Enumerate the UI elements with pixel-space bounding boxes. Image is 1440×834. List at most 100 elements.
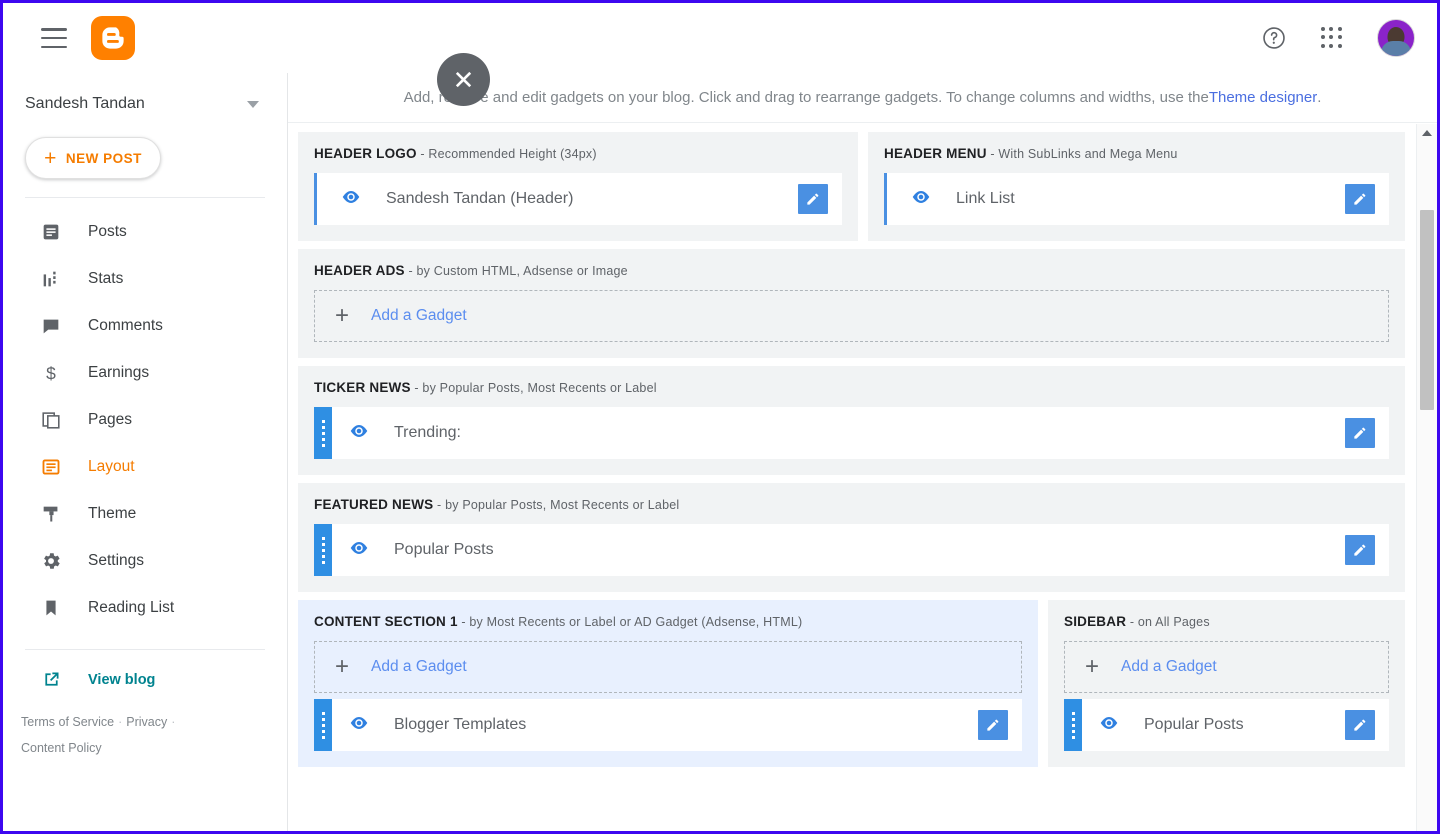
add-gadget-label: Add a Gadget (371, 307, 467, 324)
drag-handle-icon[interactable] (314, 407, 332, 459)
eye-visible-icon[interactable] (348, 537, 370, 564)
plus-icon: + (44, 146, 57, 170)
layout-row: CONTENT SECTION 1 - by Most Recents or L… (298, 600, 1405, 767)
layout-panel-featured-news: FEATURED NEWS - by Popular Posts, Most R… (298, 483, 1405, 592)
content-policy-link[interactable]: Content Policy (21, 741, 102, 755)
layout-panel-sidebar-section: SIDEBAR - on All Pages + Add a Gadget Popul… (1048, 600, 1405, 767)
drag-handle-icon[interactable] (314, 699, 332, 751)
eye-visible-icon[interactable] (348, 712, 370, 739)
panel-title: FEATURED NEWS - by Popular Posts, Most R… (314, 497, 1389, 512)
sidebar-item-layout[interactable]: Layout (3, 443, 287, 490)
close-banner-button[interactable]: ✕ (437, 53, 490, 106)
sidebar-nav-list: Posts Stats Comments $ Earnings Pages Layout Th… (3, 204, 287, 631)
gadget-row[interactable]: Sandesh Tandan (Header) (314, 173, 842, 225)
blog-selector[interactable]: Sandesh Tandan (3, 83, 287, 123)
panel-title-text: SIDEBAR (1064, 614, 1127, 629)
add-gadget-button[interactable]: + Add a Gadget (1064, 641, 1389, 693)
layout-row: TICKER NEWS - by Popular Posts, Most Rec… (298, 366, 1405, 475)
terms-of-service-link[interactable]: Terms of Service (21, 715, 114, 729)
hamburger-menu-icon[interactable] (41, 28, 67, 48)
panel-title: HEADER LOGO - Recommended Height (34px) (314, 146, 842, 161)
sidebar-item-label: Earnings (88, 363, 150, 381)
gadget-row[interactable]: Trending: (314, 407, 1389, 459)
eye-visible-icon[interactable] (340, 186, 362, 213)
sidebar-item-earnings[interactable]: $ Earnings (3, 349, 287, 396)
panel-subtitle: - on All Pages (1126, 615, 1210, 629)
scroll-up-arrow-icon[interactable] (1417, 124, 1437, 142)
panel-title-text: HEADER LOGO (314, 146, 417, 161)
theme-brush-icon (39, 502, 63, 526)
gadget-row[interactable]: Link List (884, 173, 1389, 225)
panel-subtitle: - Recommended Height (34px) (416, 147, 597, 161)
sidebar-item-pages[interactable]: Pages (3, 396, 287, 443)
privacy-link[interactable]: Privacy (126, 715, 167, 729)
panel-title-text: TICKER NEWS (314, 380, 411, 395)
layout-panel-ticker-news: TICKER NEWS - by Popular Posts, Most Rec… (298, 366, 1405, 475)
layout-icon (39, 455, 63, 479)
edit-pencil-icon[interactable] (1345, 710, 1375, 740)
eye-visible-icon[interactable] (1098, 712, 1120, 739)
blog-name: Sandesh Tandan (25, 95, 145, 112)
avatar[interactable] (1377, 19, 1415, 57)
gadget-row[interactable]: Blogger Templates (314, 699, 1022, 751)
top-app-bar (3, 3, 1437, 73)
plus-icon: + (335, 653, 350, 680)
new-post-button[interactable]: + NEW POST (25, 137, 161, 179)
layout-canvas: HEADER LOGO - Recommended Height (34px) S… (288, 124, 1415, 831)
panel-title: SIDEBAR - on All Pages (1064, 614, 1389, 629)
edit-pencil-icon[interactable] (798, 184, 828, 214)
theme-designer-link[interactable]: Theme designer (1209, 89, 1317, 106)
panel-subtitle: - by Custom HTML, Adsense or Image (404, 264, 628, 278)
help-question-icon[interactable] (1261, 25, 1287, 51)
top-bar-actions (1261, 19, 1415, 57)
drag-handle-icon[interactable] (314, 524, 332, 576)
sidebar-item-settings[interactable]: Settings (3, 537, 287, 584)
sidebar-item-view-blog[interactable]: View blog (3, 656, 287, 703)
gadget-row[interactable]: Popular Posts (314, 524, 1389, 576)
layout-row: FEATURED NEWS - by Popular Posts, Most R… (298, 483, 1405, 592)
sidebar-item-stats[interactable]: Stats (3, 255, 287, 302)
panel-title-text: FEATURED NEWS (314, 497, 434, 512)
footer-sep-1: · (118, 715, 123, 729)
gadget-row[interactable]: Popular Posts (1064, 699, 1389, 751)
add-gadget-button[interactable]: + Add a Gadget (314, 290, 1389, 342)
sidebar-item-posts[interactable]: Posts (3, 208, 287, 255)
sidebar-item-label: Theme (88, 504, 137, 522)
edit-pencil-icon[interactable] (1345, 418, 1375, 448)
blogger-logo-icon[interactable] (91, 16, 135, 60)
gadget-name: Sandesh Tandan (Header) (386, 190, 574, 207)
layout-row: HEADER ADS - by Custom HTML, Adsense or … (298, 249, 1405, 358)
add-gadget-label: Add a Gadget (371, 658, 467, 675)
svg-text:$: $ (46, 363, 56, 383)
panel-title-text: HEADER MENU (884, 146, 987, 161)
sidebar-item-label: Posts (88, 222, 127, 240)
sidebar-item-theme[interactable]: Theme (3, 490, 287, 537)
sidebar-item-comments[interactable]: Comments (3, 302, 287, 349)
vertical-scrollbar[interactable] (1416, 124, 1437, 831)
sidebar-item-label: View blog (88, 671, 156, 688)
stats-icon (39, 267, 63, 291)
drag-handle-icon[interactable] (1064, 699, 1082, 751)
sidebar-divider (25, 197, 265, 198)
sidebar-item-reading-list[interactable]: Reading List (3, 584, 287, 631)
sidebar-item-label: Pages (88, 410, 132, 428)
panel-subtitle: - by Popular Posts, Most Recents or Labe… (410, 381, 657, 395)
sidebar-divider-2 (25, 649, 265, 650)
apps-grid-icon[interactable] (1321, 27, 1343, 49)
panel-subtitle: - by Most Recents or Label or AD Gadget … (457, 615, 803, 629)
sidebar-item-label: Settings (88, 551, 145, 569)
panel-title-text: CONTENT SECTION 1 (314, 614, 458, 629)
scrollbar-thumb[interactable] (1420, 210, 1434, 410)
layout-row: HEADER LOGO - Recommended Height (34px) S… (298, 132, 1405, 241)
chevron-down-icon (247, 100, 259, 108)
add-gadget-button[interactable]: + Add a Gadget (314, 641, 1022, 693)
posts-icon (39, 220, 63, 244)
gadget-name: Popular Posts (394, 541, 494, 558)
eye-visible-icon[interactable] (910, 186, 932, 213)
panel-title: HEADER ADS - by Custom HTML, Adsense or … (314, 263, 1389, 278)
edit-pencil-icon[interactable] (978, 710, 1008, 740)
edit-pencil-icon[interactable] (1345, 184, 1375, 214)
sidebar-item-label: Stats (88, 269, 124, 287)
edit-pencil-icon[interactable] (1345, 535, 1375, 565)
eye-visible-icon[interactable] (348, 420, 370, 447)
